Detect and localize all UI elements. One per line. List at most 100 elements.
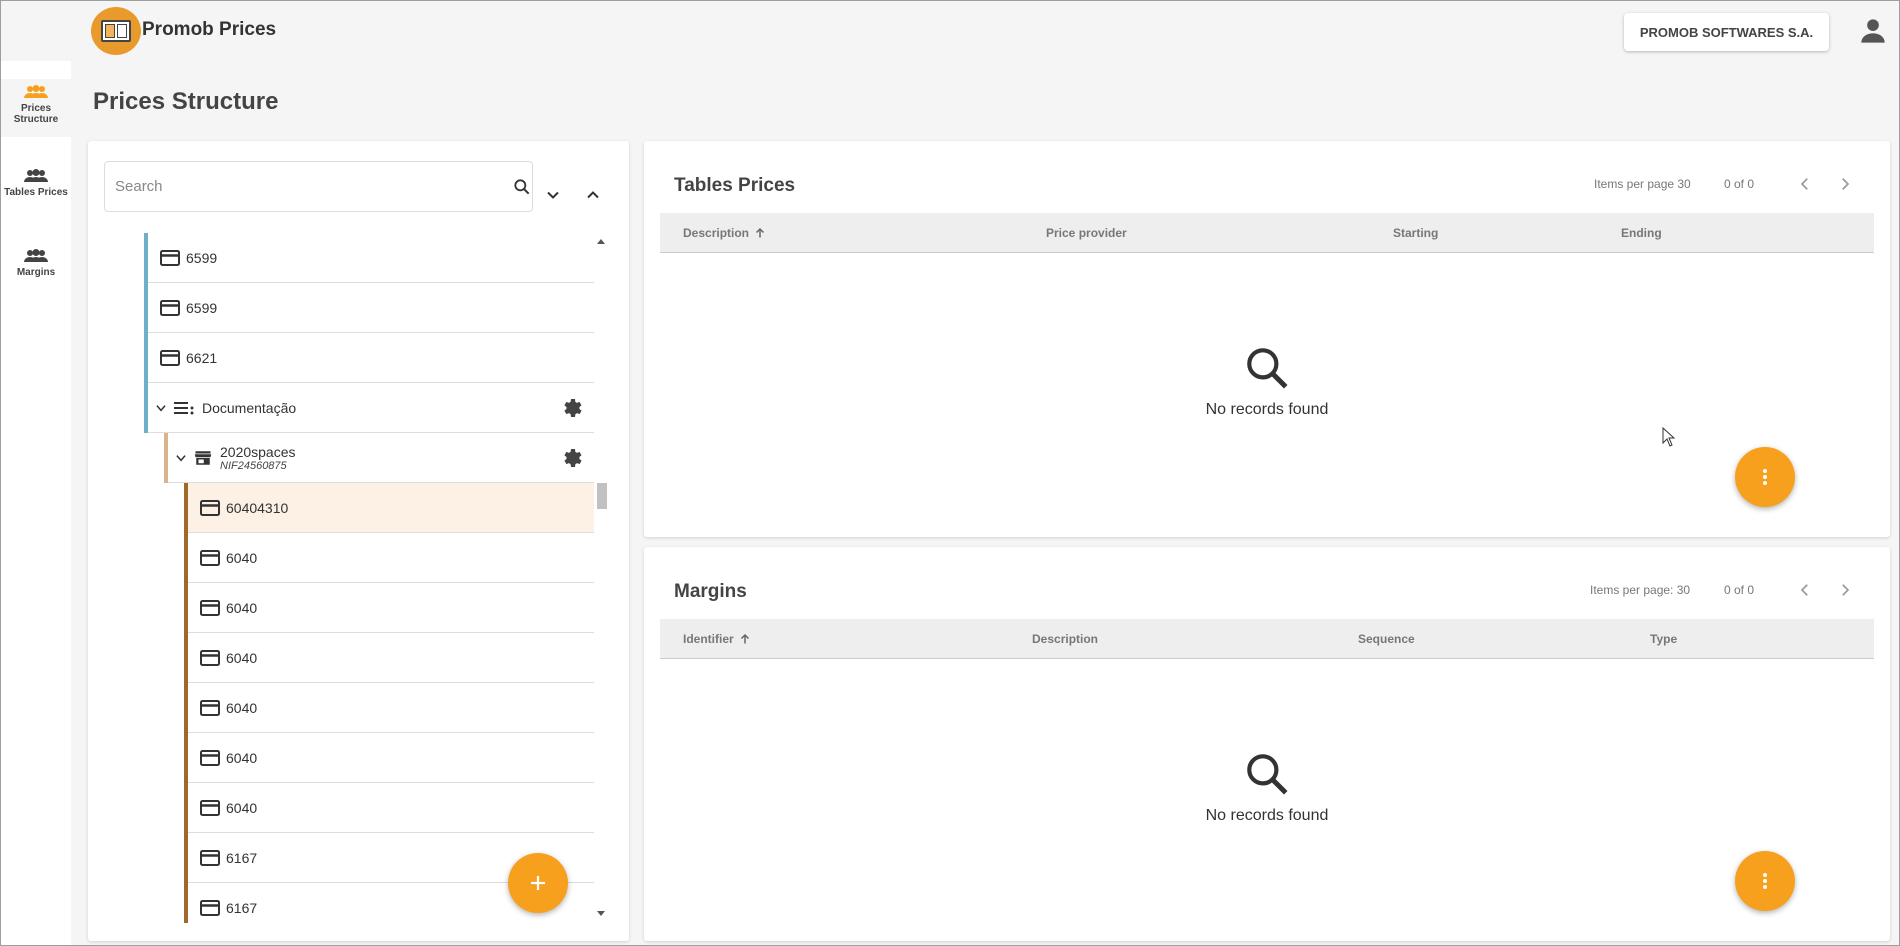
sidebar: Prices Structure Tables Prices Margins — [1, 61, 71, 945]
tree-node-label: 6621 — [186, 349, 218, 366]
gear-icon[interactable] — [560, 396, 584, 420]
table-header: Identifier Description Sequence Type — [660, 619, 1874, 659]
store-icon — [194, 450, 212, 465]
sidebar-item-margins[interactable]: Margins — [1, 249, 71, 289]
card-icon — [200, 649, 220, 666]
tree-node[interactable]: 6040 — [184, 733, 594, 783]
column-header-type[interactable]: Type — [1650, 632, 1677, 646]
tree-node[interactable]: 6599 — [144, 233, 594, 283]
column-header-description[interactable]: Description — [1032, 632, 1098, 646]
chevron-down-icon[interactable] — [174, 451, 188, 465]
more-options-button[interactable] — [1735, 851, 1795, 911]
card-icon — [200, 699, 220, 716]
tables-prices-card: Tables Prices Items per page 30 0 of 0 D… — [644, 141, 1890, 537]
group-icon — [24, 249, 48, 262]
tree-scrollbar[interactable] — [594, 233, 609, 923]
tree-node-label: 6599 — [186, 299, 218, 316]
app-logo[interactable] — [91, 7, 141, 55]
table-header: Description Price provider Starting Endi… — [660, 213, 1874, 253]
group-icon — [24, 169, 48, 182]
search-field — [104, 161, 533, 212]
scroll-up-arrow[interactable] — [597, 239, 605, 244]
tree-node-label: 6599 — [186, 249, 218, 266]
tree-node-label: 6040 — [226, 549, 258, 566]
more-vert-icon — [1763, 469, 1767, 485]
structure-tree-panel: 6599 6599 6621 Documentação 2020spaces — [88, 141, 629, 941]
empty-message: No records found — [1205, 807, 1329, 824]
tree-list: 6599 6599 6621 Documentação 2020spaces N… — [144, 233, 594, 923]
collapse-all-icon[interactable] — [583, 185, 603, 205]
card-title: Margins — [674, 581, 747, 602]
tree-node[interactable]: 6599 — [144, 283, 594, 333]
tree-node-label: 6040 — [226, 649, 258, 666]
tree-node-label: 6040 — [226, 599, 258, 616]
sidebar-item-label: Prices Structure — [13, 103, 59, 125]
more-options-button[interactable] — [1735, 447, 1795, 507]
card-icon — [160, 299, 180, 316]
chevron-right-icon[interactable] — [1836, 175, 1854, 193]
column-header-identifier[interactable]: Identifier — [683, 632, 751, 646]
tree-node-label: 6040 — [226, 699, 258, 716]
card-title: Tables Prices — [674, 175, 796, 196]
card-icon — [200, 549, 220, 566]
tree-node[interactable]: 6040 — [184, 533, 594, 583]
gear-icon[interactable] — [560, 446, 584, 470]
card-icon — [200, 749, 220, 766]
search-icon — [1247, 754, 1288, 795]
search-icon[interactable] — [512, 177, 532, 202]
page-range: 0 of 0 — [1724, 583, 1755, 597]
sidebar-item-prices-structure[interactable]: Prices Structure — [1, 79, 71, 137]
top-bar: Promob Prices PROMOB SOFTWARES S.A. — [1, 1, 1899, 61]
expand-all-icon[interactable] — [543, 185, 563, 205]
scroll-thumb[interactable] — [597, 483, 607, 509]
page-range: 0 of 0 — [1724, 177, 1755, 191]
column-header-price-provider[interactable]: Price provider — [1046, 226, 1127, 240]
sidebar-item-label: Tables Prices — [4, 187, 68, 198]
chevron-down-icon[interactable] — [154, 401, 168, 415]
column-header-sequence[interactable]: Sequence — [1358, 632, 1415, 646]
account-icon[interactable] — [1859, 17, 1887, 45]
items-per-page[interactable]: Items per page: 30 — [1590, 583, 1690, 597]
items-per-page[interactable]: Items per page 30 — [1594, 177, 1691, 191]
chevron-left-icon[interactable] — [1796, 175, 1814, 193]
chevron-right-icon[interactable] — [1836, 581, 1854, 599]
list-icon — [174, 401, 194, 414]
tree-node-label: 2020spaces — [220, 443, 296, 460]
empty-state: No records found — [644, 343, 1890, 419]
company-button[interactable]: PROMOB SOFTWARES S.A. — [1624, 13, 1829, 51]
tree-node-label: 60404310 — [226, 499, 289, 516]
plus-icon — [531, 876, 545, 890]
column-header-description[interactable]: Description — [683, 226, 766, 240]
chevron-left-icon[interactable] — [1796, 581, 1814, 599]
card-icon — [200, 899, 220, 916]
card-icon — [200, 599, 220, 616]
sidebar-item-tables-prices[interactable]: Tables Prices — [1, 169, 71, 209]
tree-node[interactable]: 6040 — [184, 783, 594, 833]
search-input[interactable] — [115, 162, 475, 211]
tree-node-label: 6167 — [226, 849, 258, 866]
add-button[interactable] — [508, 853, 568, 913]
search-icon — [1247, 348, 1288, 389]
tree-node[interactable]: 6040 — [184, 633, 594, 683]
margins-card: Margins Items per page: 30 0 of 0 Identi… — [644, 547, 1890, 941]
card-icon — [200, 499, 220, 516]
tree-node-label: Documentação — [202, 399, 297, 416]
logo-icon — [101, 20, 131, 42]
more-vert-icon — [1763, 873, 1767, 889]
tree-node[interactable]: 6621 — [144, 333, 594, 383]
tree-node-label: 6040 — [226, 799, 258, 816]
tree-node[interactable]: 6040 — [184, 583, 594, 633]
arrow-up-icon — [755, 227, 765, 238]
tree-node[interactable]: 6040 — [184, 683, 594, 733]
tree-node-sublabel: NIF24560875 — [220, 459, 287, 472]
tree-group-node[interactable]: 2020spaces NIF24560875 — [164, 433, 594, 483]
column-header-ending[interactable]: Ending — [1621, 226, 1662, 240]
scroll-down-arrow[interactable] — [597, 911, 605, 916]
tree-node-selected[interactable]: 60404310 — [184, 483, 594, 533]
mouse-cursor — [1662, 427, 1676, 447]
card-icon — [160, 349, 180, 366]
card-icon — [200, 849, 220, 866]
tree-group-node[interactable]: Documentação — [144, 383, 594, 433]
tree-node-label: 6040 — [226, 749, 258, 766]
column-header-starting[interactable]: Starting — [1393, 226, 1438, 240]
